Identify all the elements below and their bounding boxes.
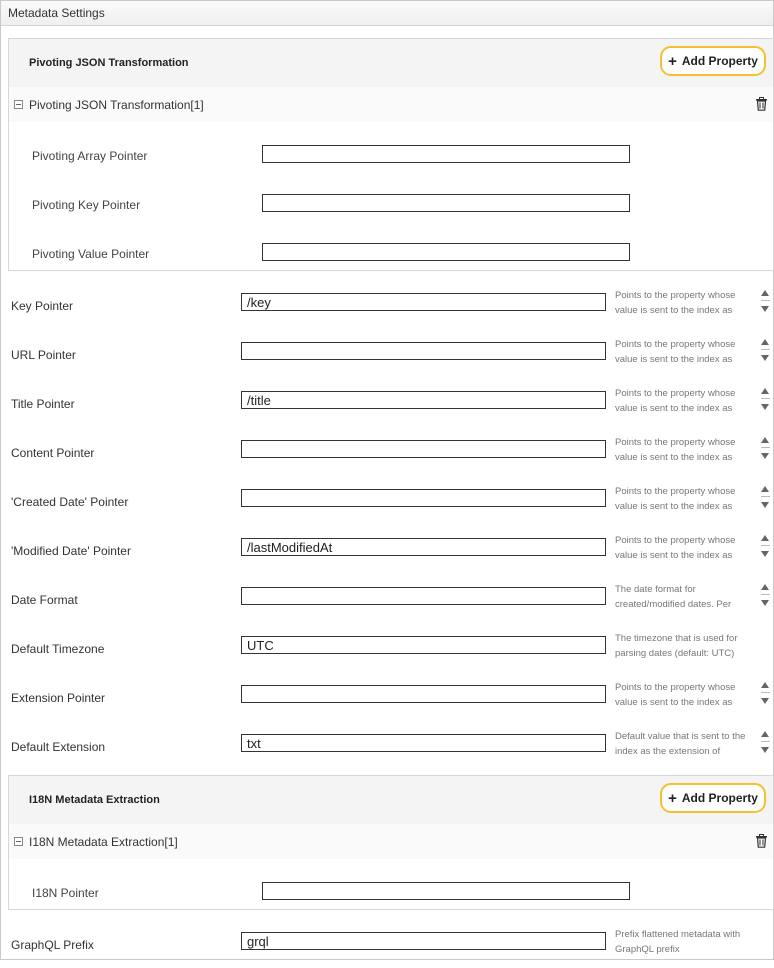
field-row-created-date-pointer: 'Created Date' Pointer Points to the pro… bbox=[1, 485, 774, 525]
field-row-default-timezone: Default Timezone The timezone that is us… bbox=[1, 632, 774, 672]
add-property-label: Add Property bbox=[681, 791, 758, 805]
date-format-input[interactable] bbox=[241, 587, 606, 605]
graphql-prefix-label: GraphQL Prefix bbox=[11, 938, 94, 952]
scroll-arrows-icon[interactable] bbox=[760, 484, 771, 512]
i18n-header: I18N Metadata Extraction + Add Property bbox=[9, 776, 773, 824]
field-row-extension-pointer: Extension Pointer Points to the property… bbox=[1, 681, 774, 721]
created-date-pointer-label: 'Created Date' Pointer bbox=[11, 495, 129, 509]
pivoting-array-pointer-label: Pivoting Array Pointer bbox=[32, 149, 148, 163]
key-pointer-input[interactable] bbox=[241, 293, 606, 311]
scroll-arrows-icon[interactable] bbox=[760, 386, 771, 414]
modified-date-pointer-help: Points to the property whose value is se… bbox=[615, 535, 736, 561]
pivoting-key-pointer-input[interactable] bbox=[262, 194, 630, 212]
field-row-key-pointer: Key Pointer Points to the property whose… bbox=[1, 289, 774, 329]
url-pointer-help: Points to the property whose value is se… bbox=[615, 339, 736, 365]
url-pointer-label: URL Pointer bbox=[11, 348, 76, 362]
extension-pointer-help: Points to the property whose value is se… bbox=[615, 682, 736, 708]
pivoting-add-property-button[interactable]: + Add Property bbox=[660, 46, 766, 76]
pivoting-json-item: Pivoting JSON Transformation[1] bbox=[9, 87, 773, 122]
scroll-arrows-icon[interactable] bbox=[760, 337, 771, 365]
pivoting-item-title: Pivoting JSON Transformation[1] bbox=[29, 98, 204, 112]
field-row-default-extension: Default Extension Default value that is … bbox=[1, 730, 774, 770]
field-row-graphql-prefix: GraphQL Prefix Prefix flattened metadata… bbox=[1, 928, 774, 968]
date-format-label: Date Format bbox=[11, 593, 78, 607]
collapse-icon[interactable] bbox=[14, 100, 23, 109]
scroll-arrows-icon[interactable] bbox=[760, 582, 771, 610]
scroll-arrows-icon[interactable] bbox=[760, 729, 771, 757]
key-pointer-label: Key Pointer bbox=[11, 299, 74, 313]
collapse-icon[interactable] bbox=[14, 837, 23, 846]
panel-title: Metadata Settings bbox=[8, 6, 105, 20]
modified-date-pointer-label: 'Modified Date' Pointer bbox=[11, 544, 131, 558]
i18n-pointer-label: I18N Pointer bbox=[32, 886, 99, 900]
field-row-url-pointer: URL Pointer Points to the property whose… bbox=[1, 338, 774, 378]
plus-icon: + bbox=[668, 789, 677, 807]
default-timezone-label: Default Timezone bbox=[11, 642, 105, 656]
metadata-settings-panel: Metadata Settings Pivoting JSON Transfor… bbox=[0, 0, 774, 960]
default-extension-input[interactable] bbox=[241, 734, 606, 752]
title-pointer-help: Points to the property whose value is se… bbox=[615, 388, 736, 414]
i18n-add-property-button[interactable]: + Add Property bbox=[660, 783, 766, 813]
graphql-prefix-help: Prefix flattened metadata with GraphQL p… bbox=[615, 929, 741, 955]
url-pointer-input[interactable] bbox=[241, 342, 606, 360]
title-pointer-input[interactable] bbox=[241, 391, 606, 409]
field-row-date-format: Date Format The date format for created/… bbox=[1, 583, 774, 623]
pivoting-array-pointer-input[interactable] bbox=[262, 145, 630, 163]
scroll-arrows-icon[interactable] bbox=[760, 680, 771, 708]
pivoting-json-header: Pivoting JSON Transformation + Add Prope… bbox=[9, 39, 773, 87]
scroll-arrows-icon[interactable] bbox=[760, 533, 771, 561]
default-timezone-help: The timezone that is used for parsing da… bbox=[615, 633, 738, 659]
trash-icon[interactable] bbox=[755, 97, 768, 111]
created-date-pointer-help: Points to the property whose value is se… bbox=[615, 486, 736, 512]
content-pointer-label: Content Pointer bbox=[11, 446, 95, 460]
field-row-modified-date-pointer: 'Modified Date' Pointer Points to the pr… bbox=[1, 534, 774, 574]
key-pointer-help: Points to the property whose value is se… bbox=[615, 290, 736, 316]
title-pointer-label: Title Pointer bbox=[11, 397, 75, 411]
extension-pointer-label: Extension Pointer bbox=[11, 691, 106, 705]
pivoting-value-pointer-input[interactable] bbox=[262, 243, 630, 261]
pivoting-json-title: Pivoting JSON Transformation bbox=[29, 57, 189, 69]
i18n-item: I18N Metadata Extraction[1] bbox=[9, 824, 773, 859]
trash-icon[interactable] bbox=[755, 834, 768, 848]
content-pointer-help: Points to the property whose value is se… bbox=[615, 437, 736, 463]
date-format-help: The date format for created/modified dat… bbox=[615, 584, 732, 610]
scroll-arrows-icon[interactable] bbox=[760, 435, 771, 463]
title-bar: Metadata Settings bbox=[1, 1, 773, 26]
pivoting-value-pointer-label: Pivoting Value Pointer bbox=[32, 247, 150, 261]
content-pointer-input[interactable] bbox=[241, 440, 606, 458]
field-row-content-pointer: Content Pointer Points to the property w… bbox=[1, 436, 774, 476]
pivoting-json-group: Pivoting JSON Transformation + Add Prope… bbox=[8, 38, 774, 271]
add-property-label: Add Property bbox=[681, 54, 758, 68]
extension-pointer-input[interactable] bbox=[241, 685, 606, 703]
plus-icon: + bbox=[668, 52, 677, 70]
field-row-title-pointer: Title Pointer Points to the property who… bbox=[1, 387, 774, 427]
default-timezone-input[interactable] bbox=[241, 636, 606, 654]
default-extension-help: Default value that is sent to the index … bbox=[615, 731, 746, 757]
modified-date-pointer-input[interactable] bbox=[241, 538, 606, 556]
graphql-prefix-input[interactable] bbox=[241, 932, 606, 950]
pivoting-key-pointer-label: Pivoting Key Pointer bbox=[32, 198, 141, 212]
i18n-pointer-input[interactable] bbox=[262, 882, 630, 900]
default-extension-label: Default Extension bbox=[11, 740, 106, 754]
i18n-title: I18N Metadata Extraction bbox=[29, 794, 160, 806]
i18n-item-title: I18N Metadata Extraction[1] bbox=[29, 835, 178, 849]
created-date-pointer-input[interactable] bbox=[241, 489, 606, 507]
i18n-group: I18N Metadata Extraction + Add Property … bbox=[8, 775, 774, 910]
scroll-arrows-icon[interactable] bbox=[760, 288, 771, 316]
